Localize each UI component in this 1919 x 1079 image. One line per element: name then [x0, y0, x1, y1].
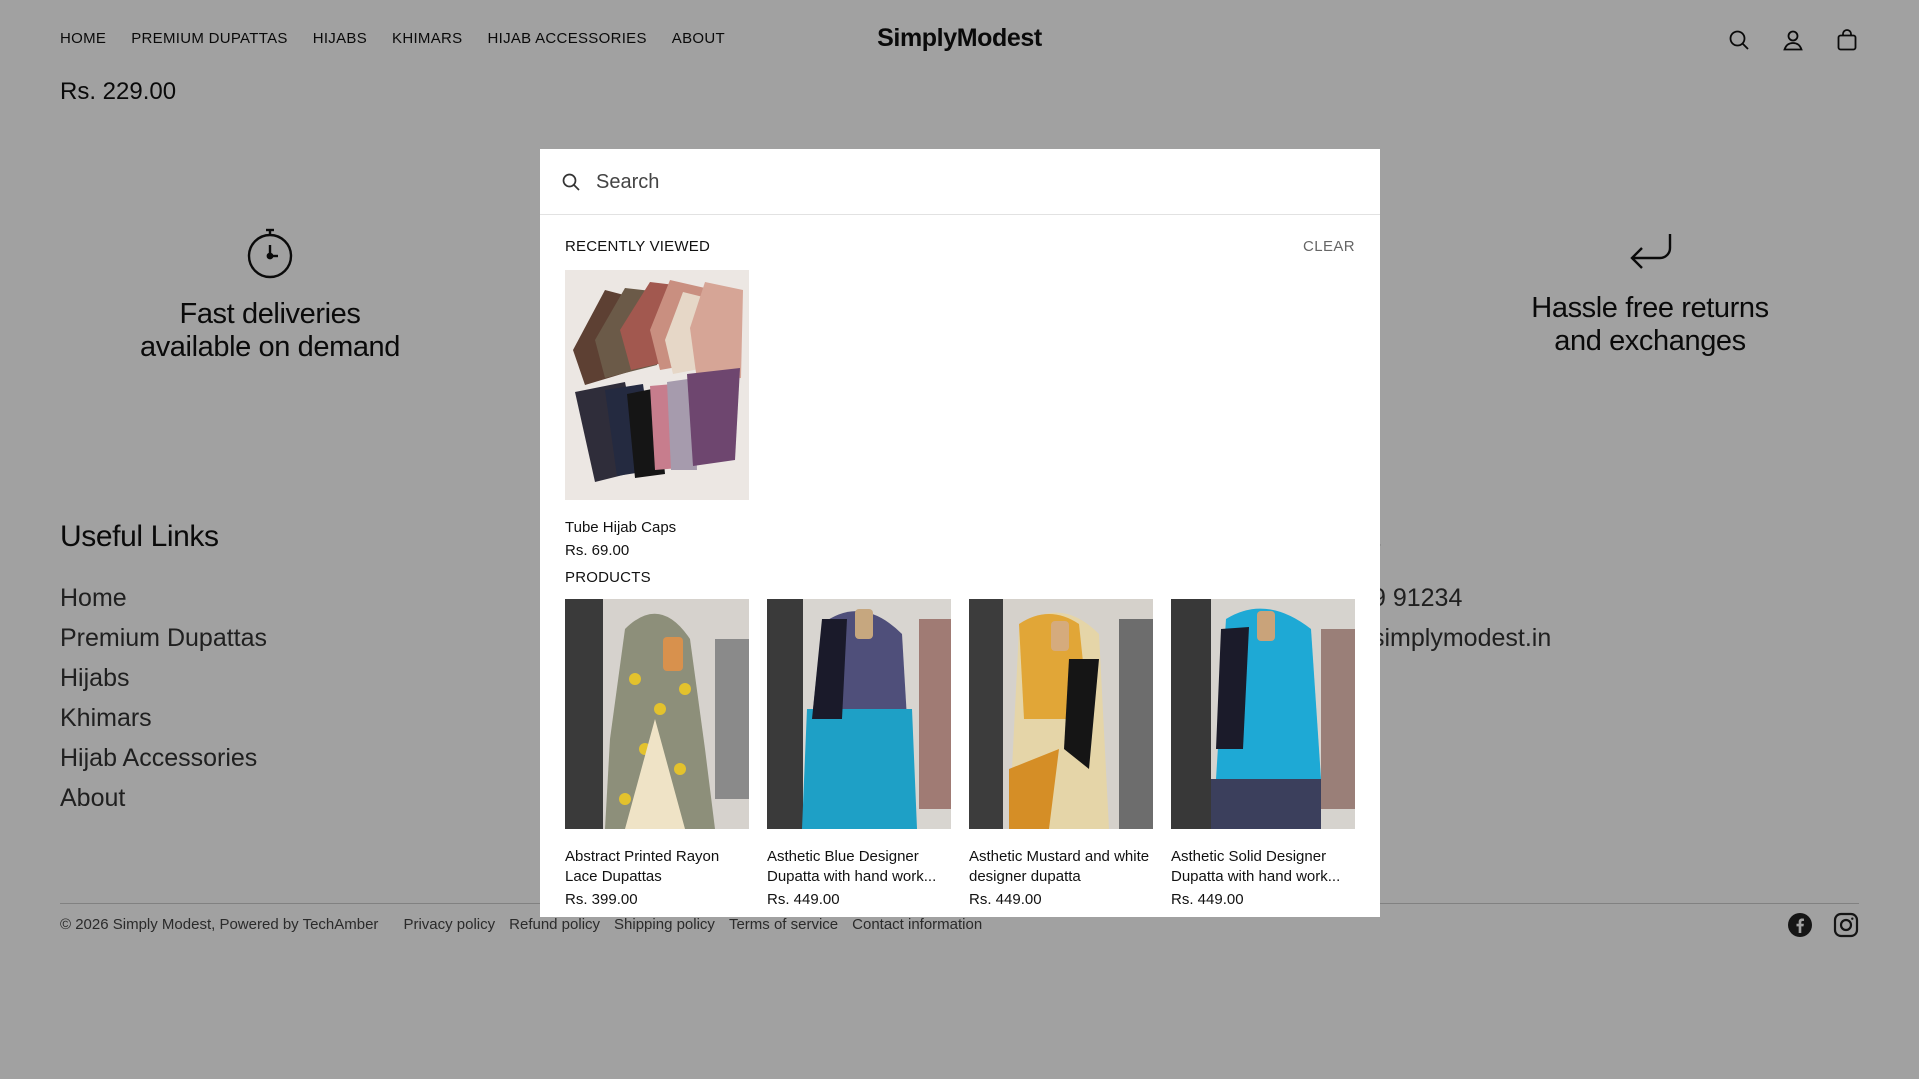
product-card[interactable]: Abstract Printed Rayon Lace Dupattas Rs.… [565, 599, 749, 908]
product-price: Rs. 449.00 [767, 891, 840, 908]
product-price: Rs. 69.00 [565, 542, 630, 559]
product-image [565, 270, 749, 500]
product-title: Abstract Printed Rayon Lace Dupattas [565, 848, 720, 885]
products-heading: PRODUCTS [565, 569, 651, 586]
product-card[interactable]: Asthetic Solid Designer Dupatta with han… [1171, 599, 1355, 908]
product-title: Asthetic Solid Designer Dupatta with han… [1171, 848, 1341, 885]
recent-product-card[interactable]: Tube Hijab Caps Rs. 69.00 [565, 270, 749, 559]
product-price: Rs. 449.00 [1171, 891, 1244, 908]
product-card[interactable]: Asthetic Blue Designer Dupatta with hand… [767, 599, 951, 908]
product-image [565, 599, 749, 829]
product-image [969, 599, 1153, 829]
product-price: Rs. 399.00 [565, 891, 638, 908]
search-modal: RECENTLY VIEWED CLEAR Tube Hijab Caps Rs… [540, 149, 1380, 917]
product-title: Asthetic Blue Designer Dupatta with hand… [767, 848, 937, 885]
product-title: Asthetic Mustard and white designer dupa… [969, 848, 1150, 885]
recently-viewed-heading: RECENTLY VIEWED [565, 238, 710, 255]
search-icon [561, 172, 581, 192]
search-input[interactable] [594, 161, 1358, 203]
clear-button[interactable]: CLEAR [1303, 238, 1355, 255]
product-card[interactable]: Asthetic Mustard and white designer dupa… [969, 599, 1153, 908]
product-title: Tube Hijab Caps [565, 519, 677, 536]
product-price: Rs. 449.00 [969, 891, 1042, 908]
search-bar [540, 149, 1380, 215]
product-image [1171, 599, 1355, 829]
product-image [767, 599, 951, 829]
